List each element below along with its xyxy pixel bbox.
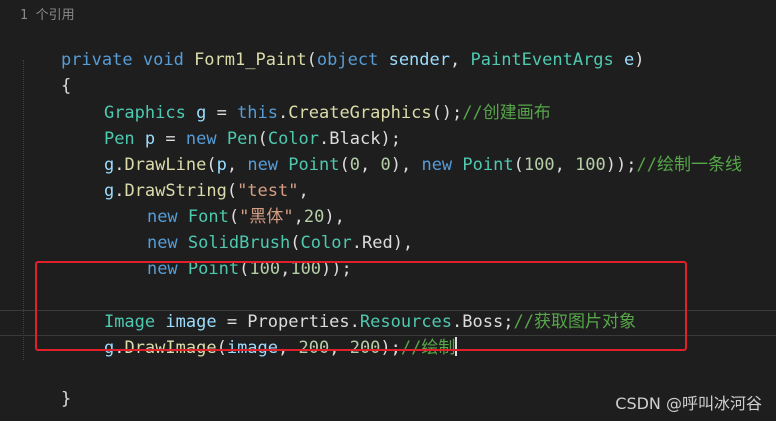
token-keyword: new — [421, 155, 453, 175]
code-line-brush[interactable]: new SolidBrush(Color.Red), — [106, 204, 413, 253]
token-punctuation: (); — [431, 103, 463, 123]
code-line-open-brace[interactable]: { — [20, 47, 71, 96]
token-punctuation: ) — [390, 155, 401, 175]
token-parameter: sender — [388, 50, 450, 70]
token-punctuation: , — [554, 155, 576, 175]
token-punctuation: . — [351, 233, 362, 253]
token-punctuation: ( — [306, 50, 317, 70]
token-comment: //绘制一条线 — [636, 155, 742, 175]
code-line-create-graphics[interactable]: Graphics g = this.CreateGraphics();//创建画… — [63, 74, 551, 123]
token-punctuation: , — [359, 155, 381, 175]
code-editor[interactable]: 1 个引用 private void Form1_Paint(object se… — [0, 0, 776, 421]
token-type: Point — [462, 155, 514, 175]
code-line-pen[interactable]: Pen p = new Pen(Color.Black); — [63, 100, 401, 149]
code-line-signature[interactable]: private void Form1_Paint(object sender, … — [20, 21, 645, 70]
token-number: 0 — [380, 155, 391, 175]
token-comment: //创建画布 — [462, 103, 551, 123]
token-type: PaintEventArgs — [470, 50, 614, 70]
code-line-drawstring[interactable]: g.DrawString("test", — [63, 152, 309, 201]
watermark: CSDN @呼叫冰河谷 — [615, 394, 762, 413]
code-line-close-brace[interactable]: } — [20, 360, 71, 409]
token-number: 0 — [349, 155, 360, 175]
token-brace: } — [60, 389, 72, 409]
token-number: 100 — [523, 155, 555, 175]
code-line-point[interactable]: new Point(100,100)); — [106, 230, 352, 279]
token-keyword: private — [60, 50, 133, 70]
token-punctuation: , — [450, 50, 471, 70]
annotation-highlight-box — [35, 261, 687, 351]
token-punctuation: ( — [339, 155, 350, 175]
token-punctuation: ) — [634, 50, 645, 70]
token-parameter: e — [624, 50, 635, 70]
code-line-drawline[interactable]: g.DrawLine(p, new Point(0, 0), new Point… — [63, 126, 742, 175]
token-punctuation: )); — [605, 155, 637, 175]
code-line-font[interactable]: new Font("黑体",20), — [106, 178, 345, 227]
token-method: Form1_Paint — [194, 50, 307, 70]
token-punctuation: ( — [513, 155, 524, 175]
token-number: 100 — [575, 155, 606, 175]
token-keyword: void — [142, 50, 184, 70]
token-punctuation: ), — [392, 233, 414, 253]
token-punctuation: , — [400, 155, 422, 175]
token-keyword: object — [316, 50, 379, 70]
token-member: Red — [361, 233, 393, 253]
